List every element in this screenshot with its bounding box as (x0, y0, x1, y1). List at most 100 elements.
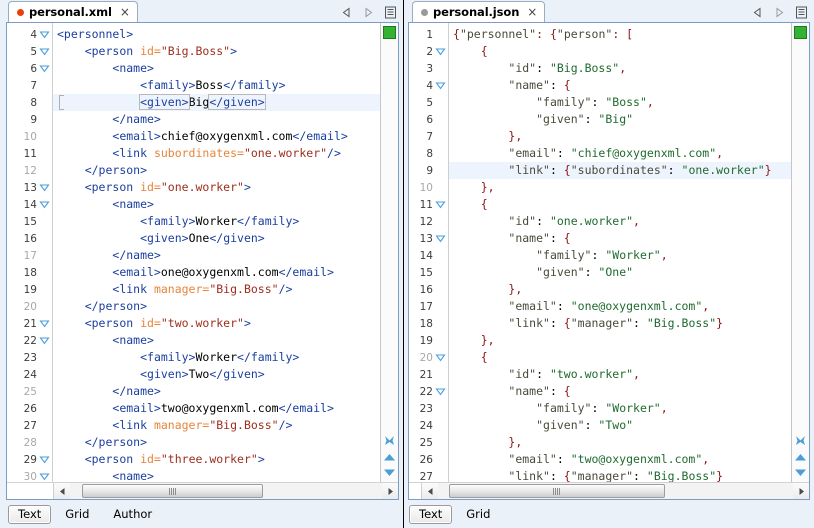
code-line[interactable]: <personnel> (53, 26, 382, 43)
line-number-row[interactable]: 14 (409, 247, 448, 264)
code-line[interactable]: }, (449, 281, 793, 298)
line-number-row[interactable]: 2 (409, 43, 448, 60)
code-line[interactable]: </name> (53, 247, 382, 264)
line-number-row[interactable]: 4 (7, 26, 52, 43)
code-line[interactable]: </person> (53, 434, 382, 451)
next-occurrence-icon[interactable] (383, 467, 396, 480)
line-number-row[interactable]: 5 (409, 94, 448, 111)
code-line[interactable]: <name> (53, 60, 382, 77)
code-line[interactable]: <given>Big</given> (53, 94, 382, 111)
code-line[interactable]: </person> (53, 298, 382, 315)
code-line[interactable]: <name> (53, 332, 382, 349)
line-number-row[interactable]: 16 (7, 230, 52, 247)
previous-occurrence-icon[interactable] (383, 452, 396, 465)
code-line[interactable]: <family>Worker</family> (53, 213, 382, 230)
scroll-left-button[interactable] (54, 483, 70, 499)
line-number-row[interactable]: 18 (409, 315, 448, 332)
scroll-right-button[interactable] (793, 483, 809, 499)
line-number-row[interactable]: 23 (7, 349, 52, 366)
line-number-row[interactable]: 19 (7, 281, 52, 298)
code-line[interactable]: "name": { (449, 77, 793, 94)
code-line[interactable]: <link manager="Big.Boss"/> (53, 281, 382, 298)
code-line[interactable]: }, (449, 332, 793, 349)
line-number-row[interactable]: 17 (409, 298, 448, 315)
line-number-row[interactable]: 27 (7, 417, 52, 434)
line-number-row[interactable]: 15 (7, 213, 52, 230)
fold-toggle-icon[interactable] (435, 386, 446, 397)
tab-personal-json[interactable]: personal.json × (412, 1, 545, 22)
code-line[interactable]: "family": "Worker", (449, 400, 793, 417)
fold-toggle-icon[interactable] (435, 352, 446, 363)
line-number-row[interactable]: 21 (7, 315, 52, 332)
code-line[interactable]: "id": "Big.Boss", (449, 60, 793, 77)
code-line[interactable]: "email": "two@oxygenxml.com", (449, 451, 793, 468)
previous-occurrence-icon[interactable] (794, 452, 807, 465)
line-number-row[interactable]: 1 (409, 26, 448, 43)
code-line[interactable]: <given>Two</given> (53, 366, 382, 383)
line-number-row[interactable]: 21 (409, 366, 448, 383)
code-line[interactable]: <name> (53, 468, 382, 482)
fold-toggle-icon[interactable] (435, 80, 446, 91)
line-number-row[interactable]: 12 (409, 213, 448, 230)
line-number-row[interactable]: 11 (7, 145, 52, 162)
fold-toggle-icon[interactable] (39, 471, 50, 482)
close-icon[interactable]: × (120, 6, 130, 18)
code-line[interactable]: }, (449, 179, 793, 196)
code-line[interactable]: "given": "Big" (449, 111, 793, 128)
fold-toggle-icon[interactable] (435, 233, 446, 244)
line-number-row[interactable]: 6 (7, 60, 52, 77)
line-number-row[interactable]: 17 (7, 247, 52, 264)
code-line[interactable]: </name> (53, 383, 382, 400)
code-line[interactable]: <person id="one.worker"> (53, 179, 382, 196)
fold-toggle-icon[interactable] (39, 335, 50, 346)
code-line[interactable]: { (449, 196, 793, 213)
line-number-row[interactable]: 18 (7, 264, 52, 281)
line-number-row[interactable]: 13 (409, 230, 448, 247)
code-line[interactable]: <email>two@oxygenxml.com</email> (53, 400, 382, 417)
line-number-row[interactable]: 10 (409, 179, 448, 196)
line-number-row[interactable]: 7 (7, 77, 52, 94)
fold-toggle-icon[interactable] (39, 182, 50, 193)
code-line[interactable]: "link": {"manager": "Big.Boss"} (449, 315, 793, 332)
right-code-lines[interactable]: {"personnel": {"person": [ { "id": "Big.… (449, 23, 793, 482)
right-hscroll-thumb[interactable] (449, 484, 666, 498)
code-line[interactable]: <family>Worker</family> (53, 349, 382, 366)
code-line[interactable]: <person id="three.worker"> (53, 451, 382, 468)
editor-list-icon[interactable] (384, 6, 397, 19)
line-number-row[interactable]: 10 (7, 128, 52, 145)
line-number-row[interactable]: 7 (409, 128, 448, 145)
close-icon[interactable]: × (527, 6, 537, 18)
fold-toggle-icon[interactable] (39, 318, 50, 329)
next-error-x-icon[interactable] (383, 434, 396, 450)
code-line[interactable]: </name> (53, 111, 382, 128)
fold-toggle-icon[interactable] (435, 199, 446, 210)
view-tab-grid[interactable]: Grid (456, 505, 500, 524)
line-number-row[interactable]: 8 (7, 94, 52, 111)
code-line[interactable]: <name> (53, 196, 382, 213)
fold-toggle-icon[interactable] (435, 46, 446, 57)
fold-toggle-icon[interactable] (39, 199, 50, 210)
line-number-row[interactable]: 22 (7, 332, 52, 349)
left-horizontal-scrollbar[interactable] (7, 482, 398, 499)
line-number-row[interactable]: 13 (7, 179, 52, 196)
view-tab-text[interactable]: Text (409, 505, 452, 524)
view-tab-grid[interactable]: Grid (55, 505, 99, 524)
line-number-row[interactable]: 27 (409, 468, 448, 482)
left-hscroll-thumb[interactable] (82, 484, 263, 498)
code-line[interactable]: "family": "Worker", (449, 247, 793, 264)
code-line[interactable]: <person id="Big.Boss"> (53, 43, 382, 60)
line-number-row[interactable]: 5 (7, 43, 52, 60)
line-number-row[interactable]: 24 (409, 417, 448, 434)
line-number-row[interactable]: 3 (409, 60, 448, 77)
tab-personal-xml[interactable]: personal.xml × (8, 1, 138, 22)
line-number-row[interactable]: 20 (409, 349, 448, 366)
left-code-lines[interactable]: <personnel> <person id="Big.Boss"> <name… (53, 23, 382, 482)
code-line[interactable]: "id": "two.worker", (449, 366, 793, 383)
right-code-area[interactable]: 1234567891011121314151617181920212223242… (409, 23, 793, 482)
line-number-row[interactable]: 4 (409, 77, 448, 94)
fold-toggle-icon[interactable] (39, 454, 50, 465)
back-icon[interactable] (751, 6, 764, 19)
code-line[interactable]: <email>one@oxygenxml.com</email> (53, 264, 382, 281)
line-number-row[interactable]: 30 (7, 468, 52, 482)
line-number-row[interactable]: 9 (7, 111, 52, 128)
